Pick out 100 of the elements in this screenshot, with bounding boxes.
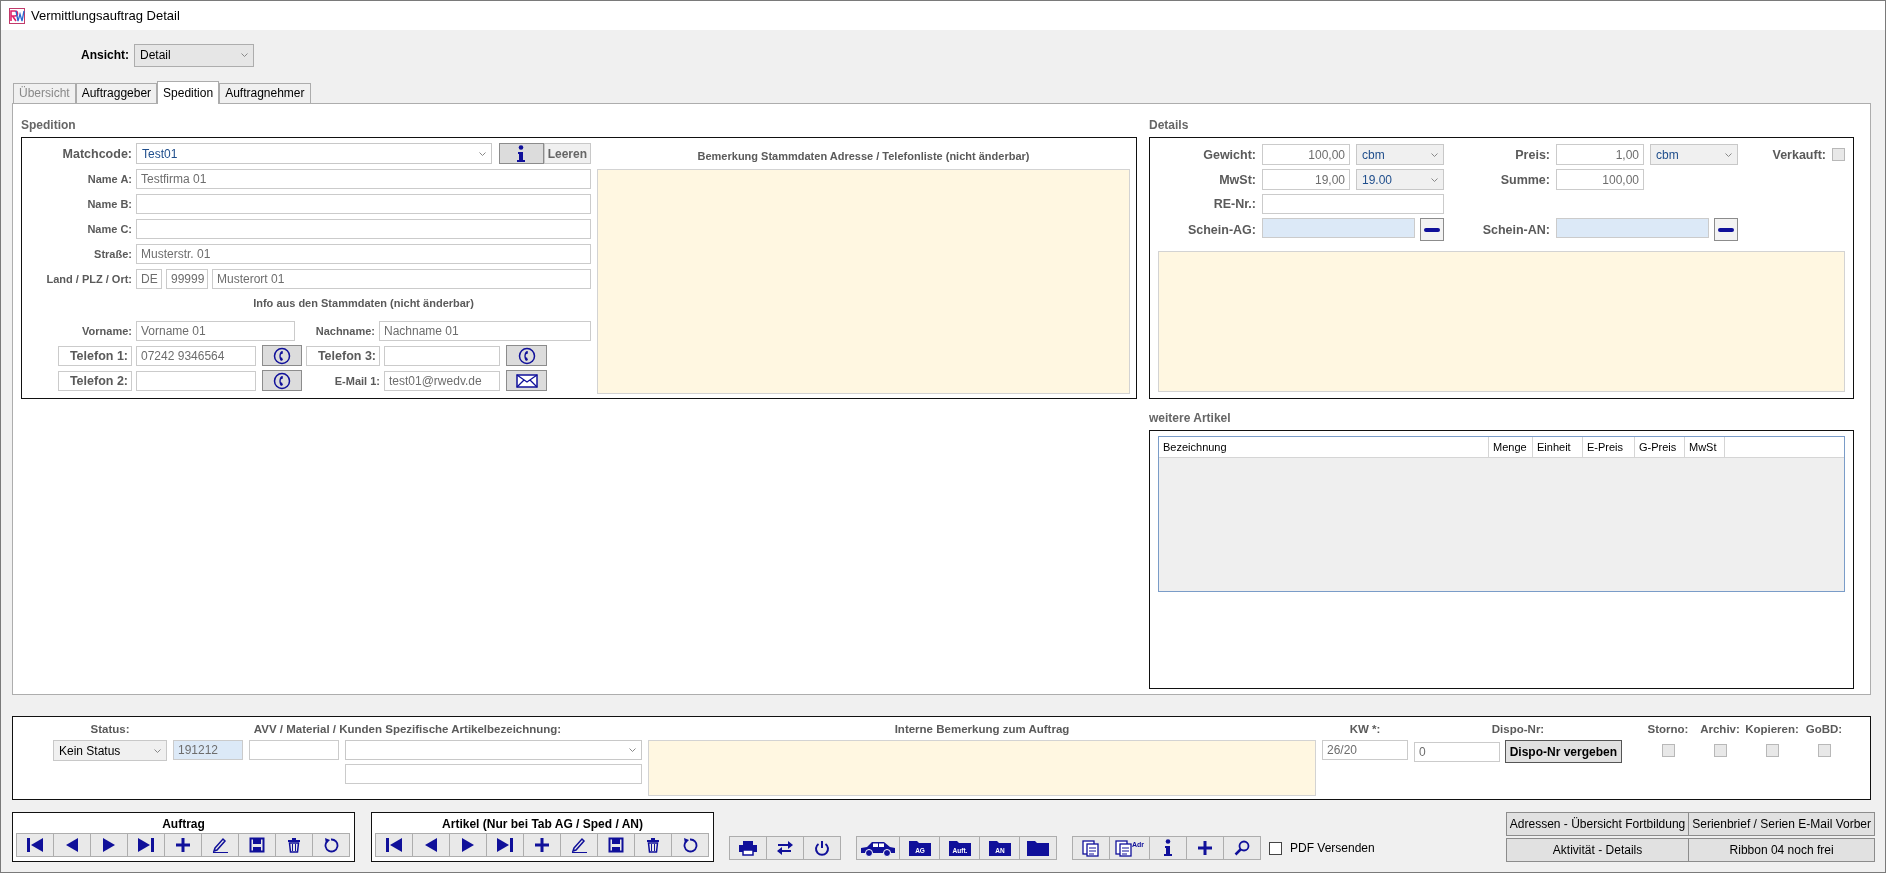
- ribbon-button[interactable]: Aktivität - Details: [1505, 838, 1690, 862]
- first-record-button[interactable]: [16, 833, 54, 857]
- power-button[interactable]: [803, 836, 841, 860]
- pencil-icon: [570, 837, 588, 853]
- ribbon-button[interactable]: Adressen - Übersicht Fortbildung: [1505, 812, 1690, 836]
- checkbox[interactable]: [1661, 744, 1675, 757]
- next-button[interactable]: [90, 833, 128, 857]
- call-button[interactable]: [262, 345, 302, 366]
- field-label: Schein-AG:: [1186, 222, 1256, 237]
- checkbox[interactable]: [1832, 148, 1845, 161]
- input-field[interactable]: [384, 345, 500, 366]
- column-header[interactable]: G-Preis: [1635, 437, 1685, 457]
- copy-button[interactable]: [1072, 836, 1110, 860]
- power-icon: [814, 840, 830, 856]
- input-field[interactable]: 100,00: [1262, 144, 1350, 165]
- add-button[interactable]: [523, 833, 561, 857]
- undo-button[interactable]: [312, 833, 350, 857]
- input-field[interactable]: 100,00: [1556, 169, 1644, 190]
- column-header[interactable]: E-Preis: [1583, 437, 1635, 457]
- input-field[interactable]: test01@rwedv.de: [384, 370, 500, 391]
- input-field[interactable]: DE: [136, 268, 162, 289]
- dropdown[interactable]: cbm: [1650, 144, 1738, 165]
- clear-button[interactable]: Leeren: [543, 143, 591, 164]
- input-field[interactable]: 26/20: [1322, 740, 1408, 760]
- swap-button[interactable]: [766, 836, 804, 860]
- input-field[interactable]: Musterort 01: [212, 268, 591, 289]
- info-icon: [516, 144, 527, 163]
- call-button[interactable]: [506, 345, 547, 366]
- field-label: Name C:: [87, 222, 132, 235]
- edit-button[interactable]: [201, 833, 239, 857]
- input-field[interactable]: [1556, 218, 1709, 238]
- column-header[interactable]: Menge: [1489, 437, 1533, 457]
- toolbar-title: Artikel (Nur bei Tab AG / Sped / AN): [442, 817, 643, 831]
- info-button[interactable]: [498, 143, 544, 164]
- triangle-left-icon: [424, 837, 438, 853]
- input-field[interactable]: [136, 218, 591, 239]
- input-field[interactable]: 19,00: [1262, 169, 1350, 190]
- next-button[interactable]: [449, 833, 487, 857]
- email-button[interactable]: [506, 370, 547, 391]
- checkbox[interactable]: [1765, 744, 1779, 757]
- folder-button[interactable]: [1019, 836, 1057, 860]
- input-field[interactable]: 99999: [166, 268, 208, 289]
- edit-button[interactable]: [560, 833, 598, 857]
- tab[interactable]: Auftraggeber: [75, 83, 158, 103]
- input-field[interactable]: [136, 193, 591, 214]
- input-field[interactable]: [1262, 218, 1415, 238]
- input-field[interactable]: 07242 9346564: [136, 345, 256, 366]
- column-header[interactable]: Bezeichnung: [1159, 437, 1489, 457]
- checkbox[interactable]: [1713, 744, 1727, 757]
- search-button[interactable]: [1223, 836, 1261, 860]
- tab[interactable]: Auftragnehmer: [219, 83, 311, 103]
- dropdown[interactable]: 19.00: [1356, 169, 1444, 190]
- assign-number-button[interactable]: Dispo-Nr vergeben: [1504, 740, 1622, 763]
- field-label: Storno:: [1647, 723, 1689, 735]
- dropdown[interactable]: cbm: [1356, 144, 1444, 165]
- ribbon-button[interactable]: Serienbrief / Serien E-Mail Vorber: [1688, 812, 1875, 836]
- last-record-button[interactable]: [127, 833, 165, 857]
- input-field[interactable]: 1,00: [1556, 144, 1644, 165]
- plus-icon: [1197, 840, 1213, 856]
- dropdown[interactable]: Kein Status: [53, 740, 167, 761]
- input-field[interactable]: Nachname 01: [379, 320, 591, 341]
- input-field[interactable]: Testfirma 01: [136, 168, 591, 189]
- input-field[interactable]: Musterstr. 01: [136, 243, 591, 264]
- print-button[interactable]: [729, 836, 767, 860]
- last-record-button[interactable]: [486, 833, 524, 857]
- dropdown[interactable]: Detail: [134, 43, 254, 67]
- input-field[interactable]: 191212: [173, 740, 243, 760]
- column-header[interactable]: MwSt: [1685, 437, 1725, 457]
- vehicle-button[interactable]: [856, 836, 900, 860]
- delete-button[interactable]: [634, 833, 672, 857]
- remove-button[interactable]: [1714, 218, 1738, 241]
- tab[interactable]: Spedition: [157, 81, 220, 104]
- skip-last-icon: [496, 837, 514, 853]
- call-button[interactable]: [262, 370, 302, 391]
- previous-button[interactable]: [53, 833, 91, 857]
- ribbon-button[interactable]: Ribbon 04 noch frei: [1688, 838, 1875, 862]
- checkbox[interactable]: [1817, 744, 1831, 757]
- field-label: KW *:: [1349, 723, 1381, 735]
- save-button[interactable]: [597, 833, 635, 857]
- phone-icon: [517, 346, 536, 365]
- add-button[interactable]: [1186, 836, 1224, 860]
- checkbox[interactable]: [1269, 841, 1282, 855]
- input-field[interactable]: [136, 370, 256, 391]
- skip-first-icon: [385, 837, 403, 853]
- undo-button[interactable]: [671, 833, 709, 857]
- add-button[interactable]: [164, 833, 202, 857]
- column-header[interactable]: Einheit: [1533, 437, 1583, 457]
- remove-button[interactable]: [1420, 218, 1444, 241]
- field-label: Gewicht:: [1202, 147, 1256, 162]
- delete-button[interactable]: [275, 833, 313, 857]
- input-field[interactable]: [1262, 194, 1444, 214]
- input-field[interactable]: 0: [1414, 741, 1500, 762]
- first-record-button[interactable]: [375, 833, 413, 857]
- input-field[interactable]: [249, 740, 339, 760]
- info-button[interactable]: [1149, 836, 1187, 860]
- save-button[interactable]: [238, 833, 276, 857]
- input-field[interactable]: [345, 764, 642, 784]
- dropdown[interactable]: Test01: [136, 143, 492, 164]
- previous-button[interactable]: [412, 833, 450, 857]
- input-field[interactable]: Vorname 01: [136, 320, 295, 341]
